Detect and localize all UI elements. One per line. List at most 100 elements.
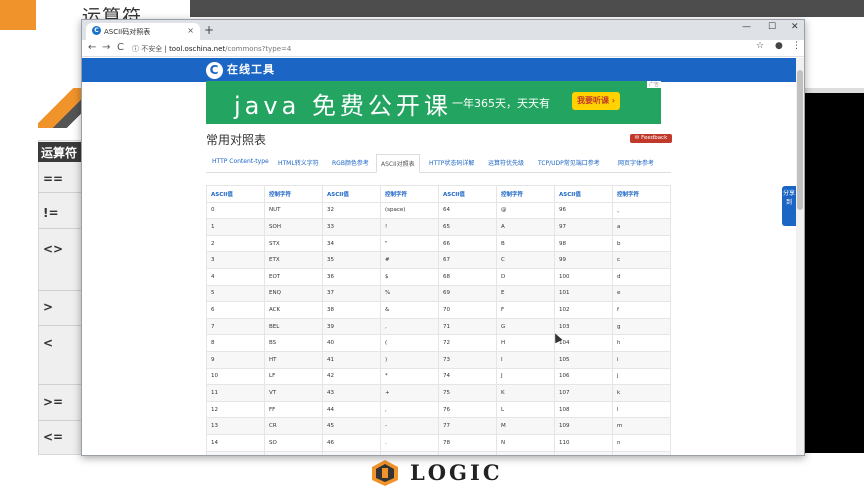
tab-title: ASCII码对照表: [104, 28, 151, 36]
slide-operator: <=: [43, 430, 64, 444]
table-cell: I: [496, 350, 555, 369]
close-tab-icon[interactable]: ×: [187, 26, 194, 35]
tab-http-status[interactable]: HTTP状态码详解: [429, 158, 474, 167]
forward-arrow-icon[interactable]: →: [102, 42, 110, 53]
table-cell: SOH: [264, 218, 323, 236]
table-cell: BS: [264, 334, 323, 352]
table-cell: 96: [554, 201, 613, 220]
table-cell: c: [612, 251, 671, 269]
back-arrow-icon[interactable]: ←: [88, 42, 96, 53]
table-cell: 78: [438, 433, 497, 452]
site-logo[interactable]: C 在线工具: [206, 61, 275, 79]
table-cell: 11: [206, 384, 265, 402]
page-title: 常用对照表: [206, 133, 267, 147]
close-window-button[interactable]: ✕: [791, 22, 799, 32]
table-row: 6 ACK 38 & 70 F 102 f: [206, 301, 671, 319]
table-cell: 107: [554, 384, 613, 402]
table-cell: N: [496, 433, 555, 452]
browser-tab[interactable]: C ASCII码对照表 ×: [86, 23, 200, 40]
table-cell: 33: [322, 218, 381, 236]
table-cell: 103: [554, 317, 613, 336]
table-cell: 2: [206, 234, 265, 253]
table-row: 13 CR 45-77 M 109 m: [206, 417, 671, 435]
new-tab-button[interactable]: +: [204, 23, 214, 37]
table-cell: 3: [206, 251, 265, 269]
table-row: 4 EOT 36 $68 D 100 d: [206, 267, 671, 286]
tab-rgb-colors[interactable]: RGB颜色参考: [332, 158, 369, 167]
table-cell: 66: [438, 234, 497, 253]
tab-ascii[interactable]: ASCII对照表: [376, 154, 420, 173]
table-cell: 38: [322, 301, 381, 319]
table-cell: H: [496, 334, 555, 352]
table-cell: 36: [322, 267, 381, 286]
table-cell: !: [380, 218, 439, 236]
maximize-button[interactable]: ☐: [768, 22, 776, 32]
table-cell: (: [380, 334, 439, 352]
table-cell: 75: [438, 384, 497, 402]
reload-icon[interactable]: C: [117, 42, 124, 53]
scrollbar-thumb[interactable]: [797, 70, 803, 210]
table-cell: k: [612, 384, 671, 402]
table-row: 14 SO 46. 78 N 110 n: [206, 433, 671, 452]
table-cell: 110: [554, 433, 613, 452]
menu-dots-icon[interactable]: ⋮: [792, 41, 801, 51]
table-cell: 70: [438, 301, 497, 319]
info-icon: ⓘ: [132, 45, 142, 53]
table-cell: ETX: [264, 251, 323, 269]
tab-html-escape[interactable]: HTML转义字符: [278, 158, 319, 167]
page-scrollbar[interactable]: [796, 58, 804, 455]
share-button[interactable]: 分享到: [782, 186, 796, 226]
tab-web-fonts[interactable]: 网页字体参考: [618, 158, 654, 167]
slide-orange-square: [0, 0, 36, 30]
table-cell: *: [380, 367, 439, 386]
table-cell: m: [612, 417, 671, 435]
slide-top-bar: [190, 0, 864, 17]
table-cell: 109: [554, 417, 613, 435]
account-icon[interactable]: ●: [775, 41, 783, 51]
table-cell: 39: [322, 317, 381, 336]
minimize-button[interactable]: —: [742, 22, 751, 32]
banner-cta-button[interactable]: 我要听课 ›: [572, 92, 620, 110]
tab-tcp-udp-ports[interactable]: TCP/UDP常见端口参考: [538, 158, 600, 167]
table-header-row: ASCII值 控制字符 ASCII值 控制字符 ASCII值 控制字符 ASCII值 控制字符: [206, 185, 671, 203]
table-header-cell: 控制字符: [380, 185, 439, 203]
table-cell: NUT: [264, 201, 323, 220]
feedback-button[interactable]: ✉ Feedback: [630, 134, 672, 143]
table-cell: &: [380, 301, 439, 319]
tab-bar: C ASCII码对照表 × + — ☐ ✕: [82, 20, 804, 40]
table-cell: 15: [206, 450, 265, 455]
site-header: C 在线工具: [82, 58, 798, 82]
tab-http-content-type[interactable]: HTTP Content-type: [212, 158, 269, 165]
table-cell: 32: [322, 201, 381, 220]
table-cell: %: [380, 284, 439, 303]
table-cell: B: [496, 234, 555, 253]
table-cell: g: [612, 317, 671, 336]
ascii-table: ASCII值 控制字符 ASCII值 控制字符 ASCII值 控制字符 ASCII值 控制字符…: [206, 185, 671, 455]
ad-tag: 广告: [646, 81, 661, 88]
table-cell: /: [380, 450, 439, 455]
table-cell: 4: [206, 267, 265, 286]
table-header-cell: ASCII值: [206, 185, 265, 203]
bookmark-star-icon[interactable]: ☆: [756, 41, 764, 51]
tab-operator-precedence[interactable]: 运算符优先级: [488, 158, 524, 167]
table-cell: K: [496, 384, 555, 402]
logic-logo-text: LOGIC: [410, 460, 503, 485]
slide-divider: [38, 384, 82, 385]
slide-divider: [38, 325, 82, 326]
reference-tabs: HTTP Content-type HTML转义字符 RGB颜色参考 ASCII…: [206, 154, 671, 173]
table-cell: -: [380, 417, 439, 435]
table-cell: 106: [554, 367, 613, 386]
url-field[interactable]: ⓘ 不安全 | tool.oschina.net/commons?type=4: [132, 42, 762, 55]
slide-divider: [38, 290, 82, 291]
table-cell: 65: [438, 218, 497, 236]
table-cell: $: [380, 267, 439, 286]
ad-banner[interactable]: java 免费公开课 一年365天，天天有 我要听课 › 广告: [206, 81, 661, 124]
table-cell: BEL: [264, 317, 323, 336]
table-cell: 67: [438, 251, 497, 269]
table-cell: 35: [322, 251, 381, 269]
table-cell: a: [612, 218, 671, 236]
slide-decor-stripe: [38, 88, 86, 128]
table-cell: 42: [322, 367, 381, 386]
table-header-cell: ASCII值: [438, 185, 497, 203]
logic-logo-icon: [372, 460, 398, 486]
